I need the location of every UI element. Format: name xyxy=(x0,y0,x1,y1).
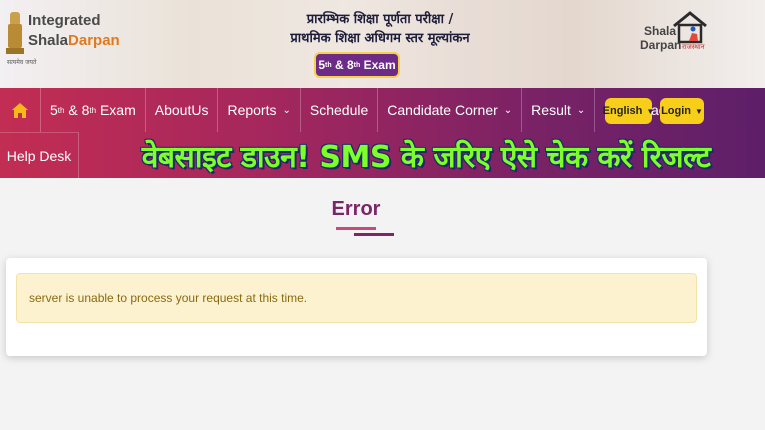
header-title-line-2: प्राथमिक शिक्षा अधिगम स्तर मूल्यांकन xyxy=(290,31,470,46)
nav-item-aboutus[interactable]: AboutUs xyxy=(146,88,219,132)
chevron-down-icon: ⌄ xyxy=(576,104,586,116)
nav-item-result[interactable]: Result ⌄ xyxy=(522,88,596,132)
brand-shala: Shala xyxy=(28,32,69,49)
right-logo-line-1: Shala xyxy=(644,24,677,38)
caret-down-icon: ▼ xyxy=(695,106,703,116)
news-headline-overlay: वेबसाइट डाउन! SMS के जरिए ऐसे चेक करें र… xyxy=(141,139,711,175)
nav-item-exam[interactable]: 5th & 8th Exam xyxy=(41,88,146,132)
language-dropdown[interactable]: English ▼ xyxy=(603,98,655,124)
brand-darpan: Darpan xyxy=(68,32,120,49)
nav-item-help-desk[interactable]: Help Desk xyxy=(0,132,79,178)
nav-item-candidate-corner[interactable]: Candidate Corner ⌄ xyxy=(378,88,523,132)
error-message: server is unable to process your request… xyxy=(29,291,308,305)
chevron-down-icon: ⌄ xyxy=(503,104,513,116)
state-emblem-icon xyxy=(6,12,24,56)
main-navbar: 5th & 8th Exam AboutUs Reports ⌄ Schedule… xyxy=(0,88,765,178)
error-alert: server is unable to process your request… xyxy=(16,273,697,323)
home-icon xyxy=(12,102,28,118)
login-dropdown[interactable]: Login ▼ xyxy=(660,98,704,124)
right-logo-line-2: Darpan xyxy=(640,38,682,52)
brand-line-1: Integrated xyxy=(28,12,101,29)
brand-line-2: ShalaDarpan xyxy=(28,32,120,49)
nav-item-reports[interactable]: Reports ⌄ xyxy=(218,88,301,132)
exam-badge: 5th & 8th Exam xyxy=(314,52,400,78)
caret-down-icon: ▼ xyxy=(646,106,655,116)
page: सत्यमेव जयते Integrated ShalaDarpan प्रा… xyxy=(0,0,765,430)
chevron-down-icon: ⌄ xyxy=(282,104,291,116)
site-header: सत्यमेव जयते Integrated ShalaDarpan प्रा… xyxy=(0,0,765,88)
main-content: Error server is unable to process your r… xyxy=(0,178,765,430)
right-logo-subtitle: राजस्थान xyxy=(682,43,705,51)
error-card: server is unable to process your request… xyxy=(6,258,707,356)
emblem-caption: सत्यमेव जयते xyxy=(7,59,37,66)
header-title-line-1: प्रारम्भिक शिक्षा पूर्णता परीक्षा / xyxy=(306,12,454,27)
nav-item-schedule[interactable]: Schedule xyxy=(301,88,379,132)
error-title: Error xyxy=(331,198,381,220)
title-underline xyxy=(336,227,376,230)
shala-darpan-rajasthan-logo[interactable]: Shala Darpan राजस्थान xyxy=(640,10,720,58)
home-button[interactable] xyxy=(0,88,41,132)
integrated-shaladarpan-logo[interactable]: सत्यमेव जयते Integrated ShalaDarpan xyxy=(6,8,120,68)
title-underline-accent xyxy=(354,233,394,236)
nav-row: 5th & 8th Exam AboutUs Reports ⌄ Schedule… xyxy=(0,88,676,132)
